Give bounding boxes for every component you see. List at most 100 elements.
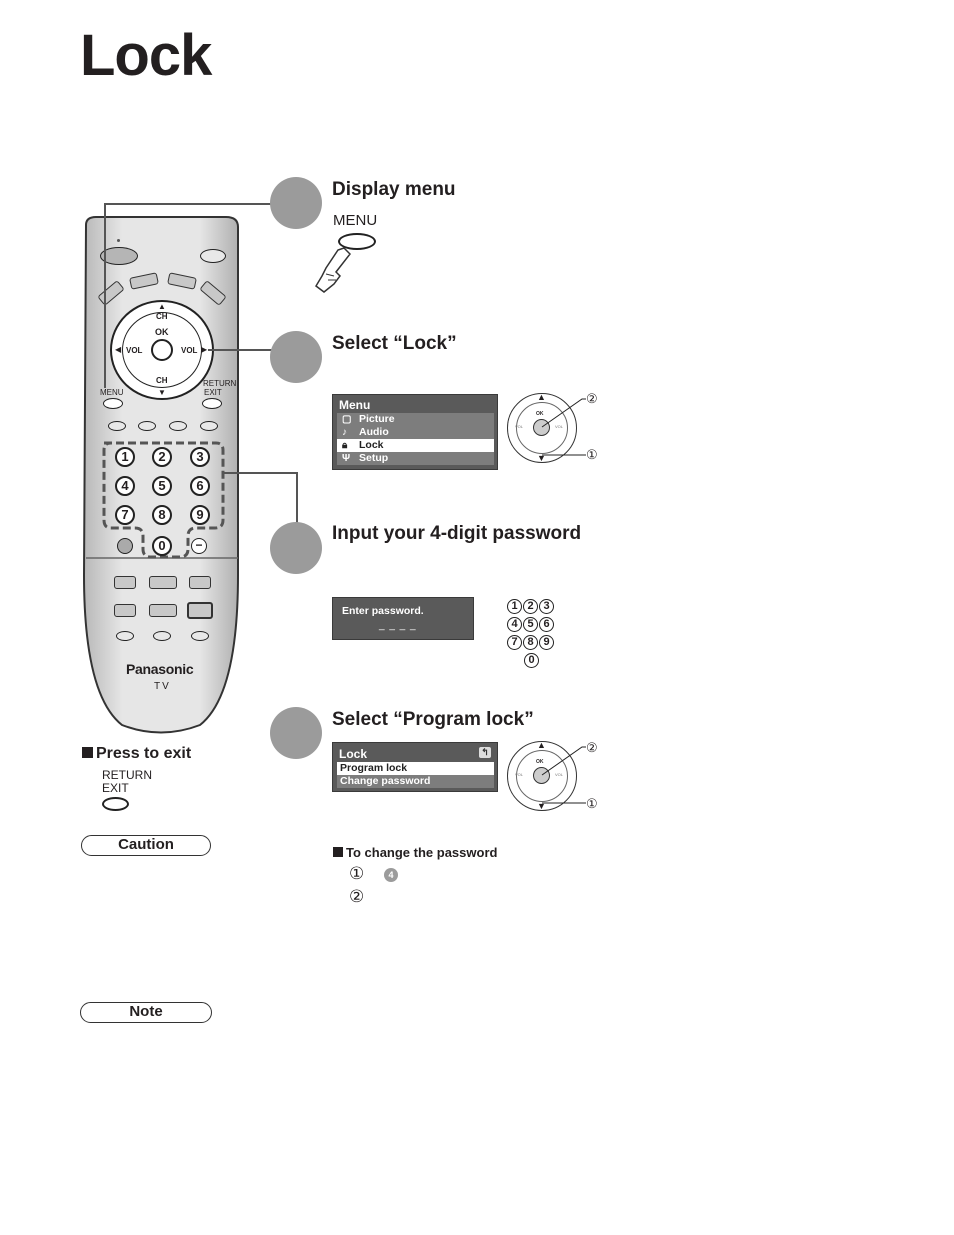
callout-1-move: ① xyxy=(586,796,598,811)
num-button-9[interactable]: 9 xyxy=(190,505,210,525)
return-exit-button-illustration[interactable] xyxy=(102,797,129,811)
connector-numpad-h xyxy=(222,472,298,474)
brand-logo: Panasonic xyxy=(126,661,194,677)
function-button-4[interactable] xyxy=(200,421,218,431)
num-button-3[interactable]: 3 xyxy=(190,447,210,467)
change-password-step-2-number: ② xyxy=(349,887,365,906)
numkey-0: 0 xyxy=(524,653,539,668)
gray-button[interactable] xyxy=(117,538,133,554)
num-button-1[interactable]: 1 xyxy=(115,447,135,467)
numkey-2: 2 xyxy=(523,599,538,614)
password-osd: Enter password. _ _ _ _ xyxy=(332,597,474,640)
lower-button-4[interactable] xyxy=(114,604,136,617)
vol-left-label: VOL xyxy=(515,772,524,777)
step-1-marker xyxy=(270,177,322,229)
vol-left-label: VOL xyxy=(126,346,143,355)
menu-button[interactable] xyxy=(103,398,123,409)
menu-item-audio[interactable]: ♪ Audio xyxy=(337,426,494,439)
lower-oval-1[interactable] xyxy=(116,631,134,641)
numkey-6: 6 xyxy=(539,617,554,632)
step-4-marker xyxy=(270,707,322,759)
lock-item-change-password[interactable]: Change password xyxy=(337,775,494,788)
return-exit-button[interactable] xyxy=(202,398,222,409)
menu-item-picture[interactable]: ▢ Picture xyxy=(337,413,494,426)
lower-button-5[interactable] xyxy=(149,604,177,617)
note-label: Note xyxy=(80,1002,212,1023)
step-2-title: Select “Lock” xyxy=(332,333,457,354)
menu-item-lock[interactable]: 🔒︎ Lock xyxy=(337,439,494,452)
password-prompt: Enter password. xyxy=(342,605,424,617)
exit-label: EXIT xyxy=(102,781,129,795)
num-button-0[interactable]: 0 xyxy=(152,536,172,556)
ch-up-arrow-icon[interactable]: ▲ xyxy=(158,302,166,311)
return-icon[interactable]: ↰ xyxy=(479,747,491,758)
step-4-reference-badge: 4 xyxy=(384,868,398,882)
num-button-7[interactable]: 7 xyxy=(115,505,135,525)
num-button-5[interactable]: 5 xyxy=(152,476,172,496)
caution-label: Caution xyxy=(81,835,211,856)
picture-icon: ▢ xyxy=(342,414,352,425)
menu-item-setup[interactable]: Ψ Setup xyxy=(337,452,494,465)
lock-item-program-lock[interactable]: Program lock xyxy=(337,762,494,775)
numpad-illustration: 123 456 789 0 xyxy=(507,596,567,668)
connector-numpad-v xyxy=(296,472,298,524)
bullet-square-icon xyxy=(333,847,343,857)
function-button-3[interactable] xyxy=(169,421,187,431)
bullet-square-icon xyxy=(82,747,93,758)
menu-osd: Menu ▢ Picture ♪ Audio 🔒︎ Lock Ψ Setup xyxy=(332,394,498,470)
lock-icon: 🔒︎ xyxy=(342,440,348,451)
numkey-4: 4 xyxy=(507,617,522,632)
step-3-marker xyxy=(270,522,322,574)
callout-2-select: ② xyxy=(586,391,598,406)
connector-menu-horizontal xyxy=(104,203,272,205)
connector-menu-vertical xyxy=(104,203,106,388)
model-label: TV xyxy=(154,681,171,692)
num-button-2[interactable]: 2 xyxy=(152,447,172,467)
vol-right-arrow-icon[interactable]: ▶ xyxy=(201,345,207,354)
lock-osd-header: Lock ↰ xyxy=(333,743,497,762)
numkey-7: 7 xyxy=(507,635,522,650)
setup-icon: Ψ xyxy=(342,453,351,464)
power-indicator xyxy=(117,239,120,242)
lower-button-2[interactable] xyxy=(149,576,177,589)
num-button-4[interactable]: 4 xyxy=(115,476,135,496)
ok-label: OK xyxy=(155,327,169,337)
vol-left-arrow-icon[interactable]: ◀ xyxy=(115,345,121,354)
callout-1-move: ① xyxy=(586,447,598,462)
ch-up-label: CH xyxy=(156,312,168,321)
step-2-marker xyxy=(270,331,322,383)
function-button-2[interactable] xyxy=(138,421,156,431)
return-label: RETURN xyxy=(203,379,237,388)
ok-button[interactable] xyxy=(151,339,173,361)
num-button-6[interactable]: 6 xyxy=(190,476,210,496)
lower-oval-3[interactable] xyxy=(191,631,209,641)
lower-button-3[interactable] xyxy=(189,576,211,589)
ch-down-arrow-icon[interactable]: ▼ xyxy=(158,388,166,397)
numkey-5: 5 xyxy=(523,617,538,632)
numkey-1: 1 xyxy=(507,599,522,614)
step-1-title: Display menu xyxy=(332,179,456,200)
dash-button-icon[interactable]: − xyxy=(191,538,207,554)
exit-label: EXIT xyxy=(204,388,222,397)
lower-button-6[interactable] xyxy=(187,602,213,619)
return-label: RETURN xyxy=(102,768,152,782)
lower-button-1[interactable] xyxy=(114,576,136,589)
numkey-8: 8 xyxy=(523,635,538,650)
lock-osd: Lock ↰ Program lock Change password xyxy=(332,742,498,792)
vol-left-label: VOL xyxy=(515,424,524,429)
num-button-8[interactable]: 8 xyxy=(152,505,172,525)
numkey-3: 3 xyxy=(539,599,554,614)
pointing-hand-icon xyxy=(315,247,351,293)
step-3-title: Input your 4-digit password xyxy=(332,523,582,544)
change-password-step-1-number: ① xyxy=(349,864,365,883)
menu-button-label: MENU xyxy=(333,212,378,229)
change-password-section: To change the password xyxy=(333,845,497,860)
vol-right-label: VOL xyxy=(181,346,198,355)
input-button[interactable] xyxy=(200,249,226,263)
password-field[interactable]: _ _ _ _ xyxy=(333,617,473,631)
lower-oval-2[interactable] xyxy=(153,631,171,641)
change-password-heading: To change the password xyxy=(346,845,498,860)
connector-dpad xyxy=(208,349,272,351)
function-button-1[interactable] xyxy=(108,421,126,431)
callout-2-select: ② xyxy=(586,740,598,755)
